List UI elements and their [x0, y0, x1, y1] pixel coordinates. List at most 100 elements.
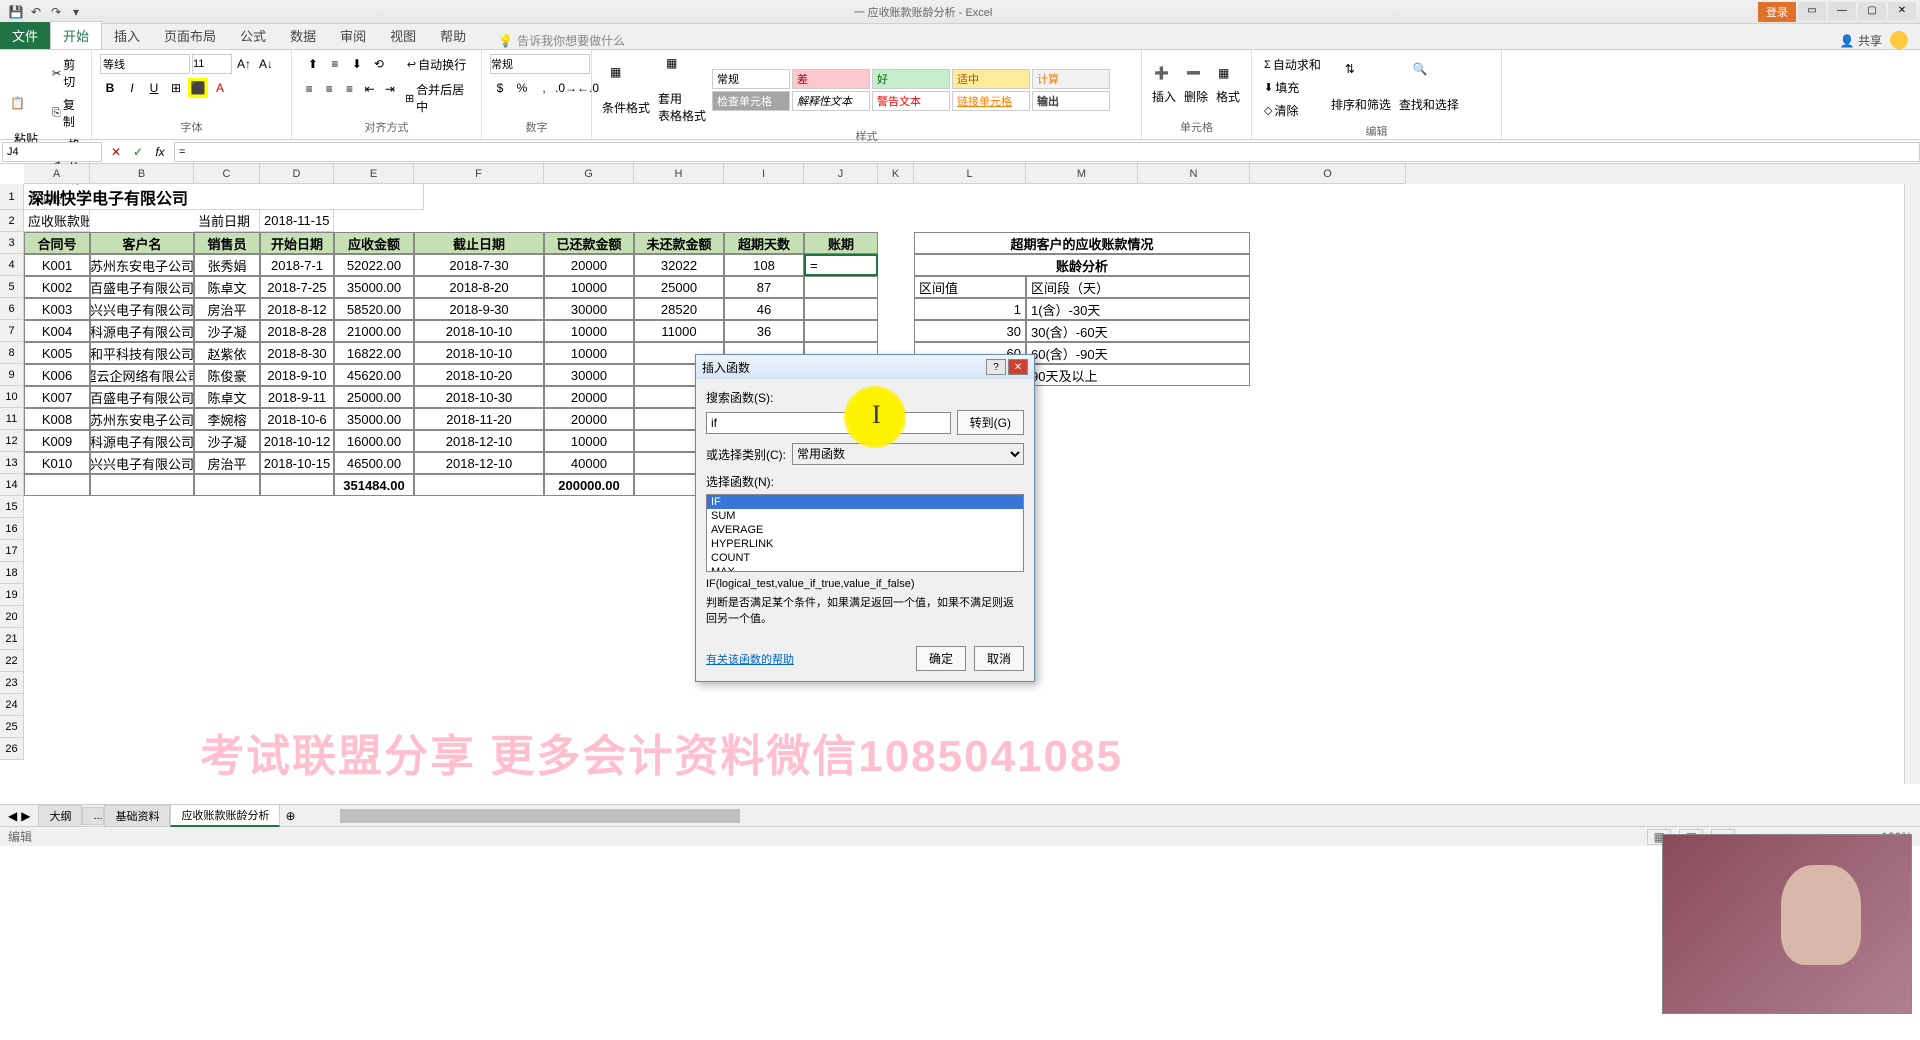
cell[interactable] [24, 474, 90, 496]
cell[interactable] [804, 298, 878, 320]
delete-cells-button[interactable]: ➖删除 [1182, 64, 1210, 107]
cell[interactable]: 超期客户的应收账款情况 [914, 232, 1250, 254]
cell[interactable]: 科源电子有限公司 [90, 320, 194, 342]
cell[interactable]: 兴兴电子有限公司 [90, 452, 194, 474]
row-header[interactable]: 17 [0, 540, 24, 562]
cell[interactable]: 沙子凝 [194, 320, 260, 342]
style-explain[interactable]: 解释性文本 [792, 91, 870, 111]
cell[interactable]: 百盛电子有限公司 [90, 276, 194, 298]
cell[interactable] [194, 474, 260, 496]
dialog-help-button[interactable]: ? [986, 359, 1006, 375]
cell[interactable]: 2018-7-1 [260, 254, 334, 276]
cell[interactable] [414, 474, 544, 496]
cell[interactable]: 和平科技有限公司 [90, 342, 194, 364]
tell-me-search[interactable]: 💡 告诉我你想要做什么 [498, 32, 625, 49]
row-header[interactable]: 26 [0, 738, 24, 760]
cell[interactable]: 账期 [804, 232, 878, 254]
add-sheet-button[interactable]: ⊕ [280, 806, 300, 826]
cell[interactable]: 2018-7-30 [414, 254, 544, 276]
col-header[interactable]: O [1250, 164, 1406, 184]
cell[interactable]: 2018-8-20 [414, 276, 544, 298]
function-list-item[interactable]: SUM [707, 509, 1023, 523]
tab-layout[interactable]: 页面布局 [152, 22, 228, 49]
cell[interactable]: 45620.00 [334, 364, 414, 386]
row-header[interactable]: 3 [0, 232, 24, 254]
number-format-select[interactable] [490, 54, 590, 74]
search-function-input[interactable] [706, 412, 951, 434]
vertical-scrollbar[interactable] [1904, 184, 1920, 784]
cell[interactable]: 2018-12-10 [414, 430, 544, 452]
cell[interactable]: 20000 [544, 254, 634, 276]
font-color-button[interactable]: A [210, 78, 230, 98]
copy-button[interactable]: ⎘ 复制 [48, 94, 84, 132]
style-bad[interactable]: 差 [792, 69, 870, 89]
cell[interactable]: 应收账款账龄分析 [24, 210, 90, 232]
autosum-button[interactable]: Σ 自动求和 [1260, 54, 1325, 75]
increase-decimal-icon[interactable]: .0→ [556, 78, 576, 98]
cell[interactable]: K009 [24, 430, 90, 452]
cell[interactable]: 11000 [634, 320, 724, 342]
cell[interactable]: K005 [24, 342, 90, 364]
col-header[interactable]: A [24, 164, 90, 184]
cell[interactable]: = [804, 254, 878, 276]
font-size-select[interactable] [192, 54, 232, 74]
merge-center-button[interactable]: ⊞ 合并后居中 [401, 79, 473, 117]
cell[interactable]: 108 [724, 254, 804, 276]
cell[interactable]: 52022.00 [334, 254, 414, 276]
cell[interactable]: 25000 [634, 276, 724, 298]
col-header[interactable]: M [1026, 164, 1138, 184]
row-header[interactable]: 8 [0, 342, 24, 364]
cell[interactable]: 10000 [544, 320, 634, 342]
fill-color-button[interactable]: ⬛ [188, 78, 208, 98]
find-select-button[interactable]: 🔍查找和选择 [1397, 60, 1461, 115]
style-check[interactable]: 检查单元格 [712, 91, 790, 111]
tab-insert[interactable]: 插入 [102, 22, 152, 49]
comma-icon[interactable]: , [534, 78, 554, 98]
row-header[interactable]: 16 [0, 518, 24, 540]
cell[interactable]: 截止日期 [414, 232, 544, 254]
formula-input[interactable] [174, 142, 1920, 162]
col-header[interactable]: N [1138, 164, 1250, 184]
minimize-button[interactable]: — [1828, 2, 1856, 20]
cell[interactable]: 2018-10-30 [414, 386, 544, 408]
col-header[interactable]: K [878, 164, 914, 184]
cell[interactable]: 25000.00 [334, 386, 414, 408]
function-list-item[interactable]: MAX [707, 565, 1023, 572]
cell[interactable]: K010 [24, 452, 90, 474]
function-list-item[interactable]: IF [707, 495, 1023, 509]
cell[interactable]: 超期天数 [724, 232, 804, 254]
cell[interactable]: 35000.00 [334, 408, 414, 430]
style-calc[interactable]: 计算 [1032, 69, 1110, 89]
cell[interactable]: 李婉榕 [194, 408, 260, 430]
cell[interactable]: 2018-9-11 [260, 386, 334, 408]
col-header[interactable]: B [90, 164, 194, 184]
style-output[interactable]: 输出 [1032, 91, 1110, 111]
insert-function-icon[interactable]: fx [150, 142, 170, 162]
col-header[interactable]: J [804, 164, 878, 184]
style-warn[interactable]: 警告文本 [872, 91, 950, 111]
cell[interactable]: 10000 [544, 430, 634, 452]
cell[interactable]: 销售员 [194, 232, 260, 254]
cell[interactable]: 351484.00 [334, 474, 414, 496]
cell[interactable]: 张秀娟 [194, 254, 260, 276]
cell[interactable]: 苏州东安电子公司 [90, 254, 194, 276]
cell[interactable]: 2018-10-20 [414, 364, 544, 386]
cell[interactable]: 兴兴电子有限公司 [90, 298, 194, 320]
cell[interactable]: 2018-8-30 [260, 342, 334, 364]
tab-help[interactable]: 帮助 [428, 22, 478, 49]
cell[interactable]: 苏州东安电子公司 [90, 408, 194, 430]
cell[interactable]: 2018-10-15 [260, 452, 334, 474]
row-header[interactable]: 12 [0, 430, 24, 452]
indent-dec-icon[interactable]: ⇤ [361, 79, 379, 99]
row-header[interactable]: 10 [0, 386, 24, 408]
cell[interactable]: 2018-10-10 [414, 320, 544, 342]
row-header[interactable]: 2 [0, 210, 24, 232]
italic-button[interactable]: I [122, 78, 142, 98]
cell[interactable]: 陈俊豪 [194, 364, 260, 386]
cell[interactable]: 2018-10-12 [260, 430, 334, 452]
row-header[interactable]: 7 [0, 320, 24, 342]
tab-home[interactable]: 开始 [50, 21, 102, 49]
cell[interactable]: K007 [24, 386, 90, 408]
category-select[interactable]: 常用函数 [792, 443, 1024, 465]
enter-formula-icon[interactable]: ✓ [128, 142, 148, 162]
